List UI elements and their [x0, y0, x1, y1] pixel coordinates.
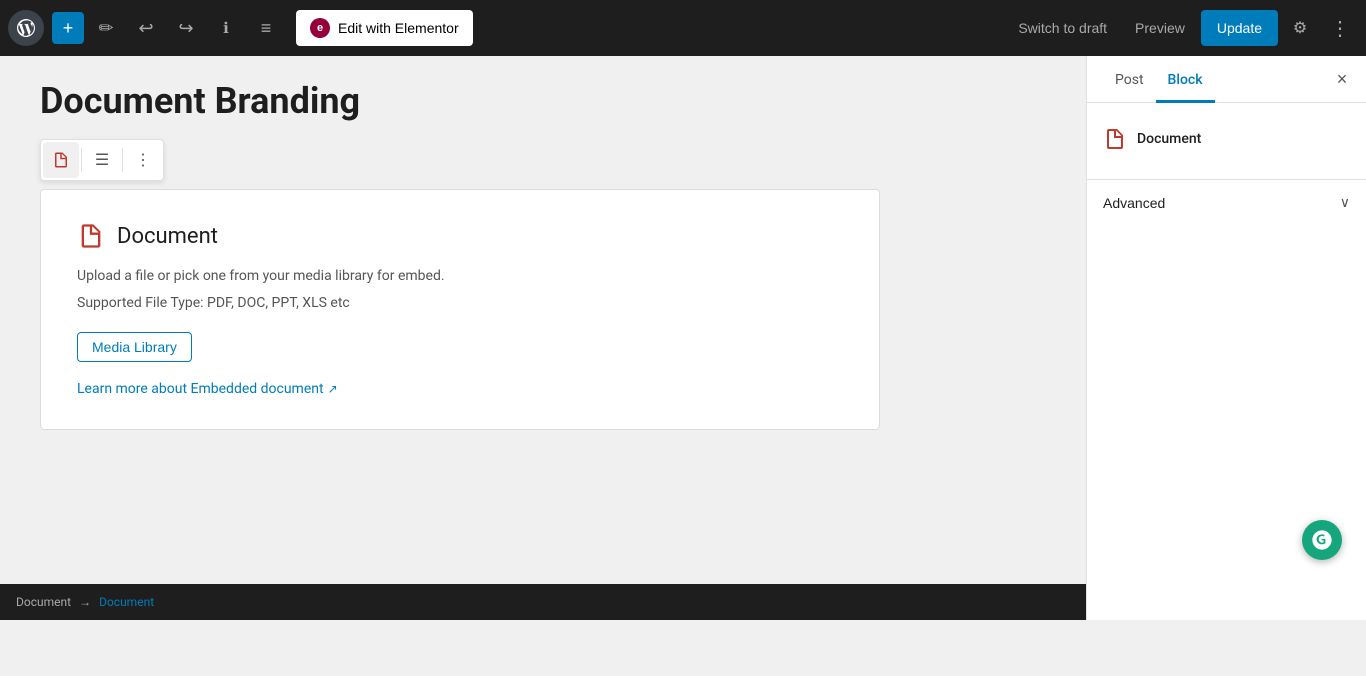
edit-with-elementor-button[interactable]: e Edit with Elementor	[296, 10, 473, 46]
elementor-icon: e	[310, 18, 330, 38]
undo-button[interactable]: ↩	[128, 10, 164, 46]
block-list-view-button[interactable]: ☰	[84, 142, 120, 178]
document-block-title: Document	[117, 224, 218, 249]
document-icon	[52, 151, 70, 169]
tab-block[interactable]: Block	[1156, 56, 1215, 103]
info-button[interactable]: ℹ	[208, 10, 244, 46]
more-options-button[interactable]: ⋮	[1322, 10, 1358, 46]
preview-label: Preview	[1135, 20, 1185, 36]
main-layout: Document Branding ☰ ⋮ Docume	[0, 56, 1366, 620]
editor-area: Document Branding ☰ ⋮ Docume	[0, 56, 1086, 620]
redo-icon: ↪	[178, 18, 193, 39]
list-icon: ≡	[261, 18, 272, 39]
document-red-icon	[77, 222, 105, 250]
main-toolbar: + ✏ ↩ ↪ ℹ ≡ e Edit with Elementor Switch…	[0, 0, 1366, 56]
breadcrumb-item-document[interactable]: Document	[16, 595, 71, 609]
media-library-button[interactable]: Media Library	[77, 332, 192, 362]
document-block-header: Document	[77, 222, 843, 250]
update-label: Update	[1217, 20, 1262, 36]
advanced-section: Advanced ∨	[1087, 179, 1366, 225]
block-panel-name: Document	[1137, 131, 1201, 147]
page-title: Document Branding	[40, 80, 1046, 123]
wp-logo-icon[interactable]	[8, 10, 44, 46]
breadcrumb-bar: Document → Document	[0, 584, 1086, 620]
list-lines-icon: ☰	[95, 150, 109, 170]
external-link-icon: ↗	[328, 382, 338, 396]
media-library-label: Media Library	[92, 339, 177, 355]
undo-icon: ↩	[138, 18, 153, 39]
block-panel: Document	[1087, 103, 1366, 175]
block-toolbar: ☰ ⋮	[40, 139, 164, 181]
toolbar-divider	[81, 148, 82, 172]
toolbar-divider-2	[122, 148, 123, 172]
document-block: Document Upload a file or pick one from …	[40, 189, 880, 430]
ellipsis-icon: ⋮	[135, 150, 151, 170]
gear-icon: ⚙	[1293, 18, 1307, 38]
breadcrumb-item-document-active[interactable]: Document	[99, 595, 154, 609]
pen-icon: ✏	[98, 18, 113, 39]
advanced-toggle-button[interactable]: Advanced ∨	[1087, 180, 1366, 225]
breadcrumb-separator: →	[79, 595, 91, 609]
ellipsis-vertical-icon: ⋮	[1330, 16, 1350, 41]
plus-icon: +	[63, 18, 74, 39]
elementor-e-letter: e	[317, 22, 323, 34]
block-panel-item: Document	[1103, 119, 1350, 159]
switch-to-draft-label: Switch to draft	[1018, 20, 1107, 36]
grammarly-widget[interactable]	[1302, 520, 1342, 560]
advanced-label: Advanced	[1103, 195, 1165, 211]
update-button[interactable]: Update	[1201, 10, 1278, 46]
block-panel-doc-icon	[1103, 127, 1127, 151]
redo-button[interactable]: ↪	[168, 10, 204, 46]
block-more-button[interactable]: ⋮	[125, 142, 161, 178]
sidebar-close-button[interactable]: ×	[1326, 63, 1358, 95]
sidebar-tabs: Post Block ×	[1087, 56, 1366, 103]
list-view-button[interactable]: ≡	[248, 10, 284, 46]
elementor-btn-label: Edit with Elementor	[338, 20, 459, 36]
chevron-down-icon: ∨	[1340, 194, 1350, 211]
switch-to-draft-button[interactable]: Switch to draft	[1006, 14, 1119, 42]
edit-pen-button[interactable]: ✏	[88, 10, 124, 46]
tab-post[interactable]: Post	[1103, 56, 1156, 103]
document-description-line2: Supported File Type: PDF, DOC, PPT, XLS …	[77, 293, 843, 314]
add-block-button[interactable]: +	[52, 12, 84, 44]
block-type-button[interactable]	[43, 142, 79, 178]
settings-button[interactable]: ⚙	[1282, 10, 1318, 46]
learn-more-text: Learn more about Embedded document	[77, 381, 324, 397]
learn-more-link[interactable]: Learn more about Embedded document ↗	[77, 381, 338, 397]
preview-button[interactable]: Preview	[1123, 14, 1197, 42]
grammarly-icon	[1311, 529, 1333, 551]
close-icon: ×	[1337, 69, 1348, 90]
info-icon: ℹ	[223, 19, 229, 37]
document-description-line1: Upload a file or pick one from your medi…	[77, 266, 843, 287]
